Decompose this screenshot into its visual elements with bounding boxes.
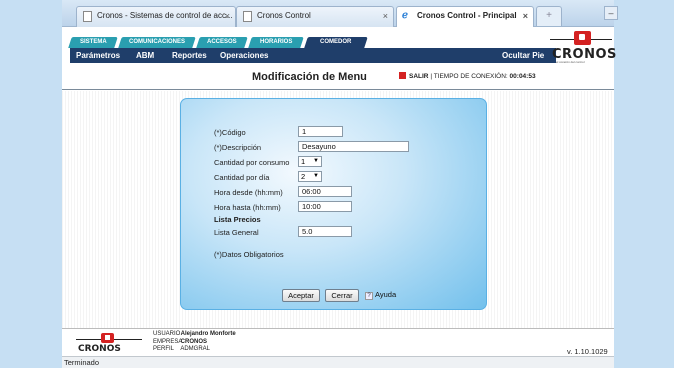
close-button[interactable]: Cerrar: [325, 289, 359, 302]
cant-consumo-select[interactable]: 1 ▼: [298, 156, 322, 167]
hide-footer-link[interactable]: Ocultar Pie: [502, 48, 544, 63]
cant-consumo-label: Cantidad por consumo: [214, 158, 290, 167]
hora-hasta-input[interactable]: 10:00: [298, 201, 352, 212]
cronos-logo: CRONOS el corazón del control: [542, 31, 616, 65]
help-icon: ?: [365, 292, 373, 300]
lista-general-input[interactable]: 5.0: [298, 226, 352, 237]
nav-tab-comedor[interactable]: COMEDOR: [304, 37, 368, 48]
version-label: v. 1.10.1029: [567, 347, 608, 356]
required-note: (*)Datos Obligatorios: [214, 250, 284, 259]
exit-icon[interactable]: [399, 72, 406, 79]
menu-form-panel: (*)Código 1 (*)Descripción Desayuno Cant…: [180, 98, 487, 310]
descripcion-label: (*)Descripción: [214, 143, 262, 152]
codigo-label: (*)Código: [214, 128, 246, 137]
user-info: USUARIO Alejandro Monforte EMPRESA CRONO…: [153, 331, 236, 352]
close-tab-icon[interactable]: ×: [523, 11, 528, 21]
browser-tab-3[interactable]: ℯ Cronos Control - Principal ×: [396, 6, 534, 28]
submenu-operaciones[interactable]: Operaciones: [220, 48, 268, 63]
close-tab-icon[interactable]: ×: [225, 11, 230, 21]
salir-link[interactable]: SALIR: [409, 73, 429, 80]
new-tab-button[interactable]: +: [536, 6, 562, 26]
close-tab-icon[interactable]: ×: [383, 11, 388, 21]
nav-tab-sistema[interactable]: SISTEMA: [68, 37, 118, 48]
page-icon: [83, 11, 92, 22]
lista-precios-heading: Lista Precios: [214, 215, 261, 224]
chevron-down-icon: ▼: [313, 173, 319, 179]
main-content: (*)Código 1 (*)Descripción Desayuno Cant…: [62, 91, 614, 328]
submenu-parametros[interactable]: Parámetros: [76, 48, 120, 63]
cant-dia-label: Cantidad por día: [214, 173, 270, 182]
nav-tab-horarios[interactable]: HORARIOS: [248, 37, 304, 48]
help-link[interactable]: ? Ayuda: [365, 290, 396, 300]
hora-desde-label: Hora desde (hh:mm): [214, 188, 283, 197]
browser-tab-2[interactable]: Cronos Control ×: [236, 6, 394, 27]
accept-button[interactable]: Aceptar: [282, 289, 320, 302]
session-bar: SALIR | TIEMPO DE CONEXIÓN: 00:04:53: [399, 72, 536, 80]
browser-tab-1[interactable]: Cronos - Sistemas de control de acc... ×: [76, 6, 236, 27]
browser-tab-strip: Cronos - Sistemas de control de acc... ×…: [62, 0, 618, 28]
cant-dia-select[interactable]: 2 ▼: [298, 171, 322, 182]
submenu-abm[interactable]: ABM: [136, 48, 154, 63]
page-icon: [243, 11, 252, 22]
lista-general-label: Lista General: [214, 228, 259, 237]
chevron-down-icon: ▼: [313, 158, 319, 164]
footer-cronos-logo: CRONOS: [74, 333, 146, 355]
submenu-reportes[interactable]: Reportes: [172, 48, 207, 63]
title-area: Modificación de Menu SALIR | TIEMPO DE C…: [62, 65, 614, 90]
session-time: 00:04:53: [509, 73, 536, 80]
page-footer: CRONOS USUARIO Alejandro Monforte EMPRES…: [62, 328, 614, 356]
hora-desde-input[interactable]: 06:00: [298, 186, 352, 197]
nav-tab-comunicaciones[interactable]: COMUNICACIONES: [118, 37, 196, 48]
nav-tab-accesos[interactable]: ACCESOS: [196, 37, 248, 48]
app-header: SISTEMA COMUNICACIONES ACCESOS HORARIOS …: [62, 27, 616, 65]
codigo-input[interactable]: 1: [298, 126, 343, 137]
status-bar: Terminado: [62, 356, 614, 368]
ie-logo-icon: ℯ: [402, 10, 408, 21]
page-title: Modificación de Menu: [252, 71, 367, 83]
hora-hasta-label: Hora hasta (hh:mm): [214, 203, 281, 212]
submenu-bar: Parámetros ABM Reportes Operaciones Ocul…: [70, 48, 556, 63]
browser-window: Cronos - Sistemas de control de acc... ×…: [62, 0, 618, 368]
minimize-icon[interactable]: –: [604, 6, 618, 20]
descripcion-input[interactable]: Desayuno: [298, 141, 409, 152]
